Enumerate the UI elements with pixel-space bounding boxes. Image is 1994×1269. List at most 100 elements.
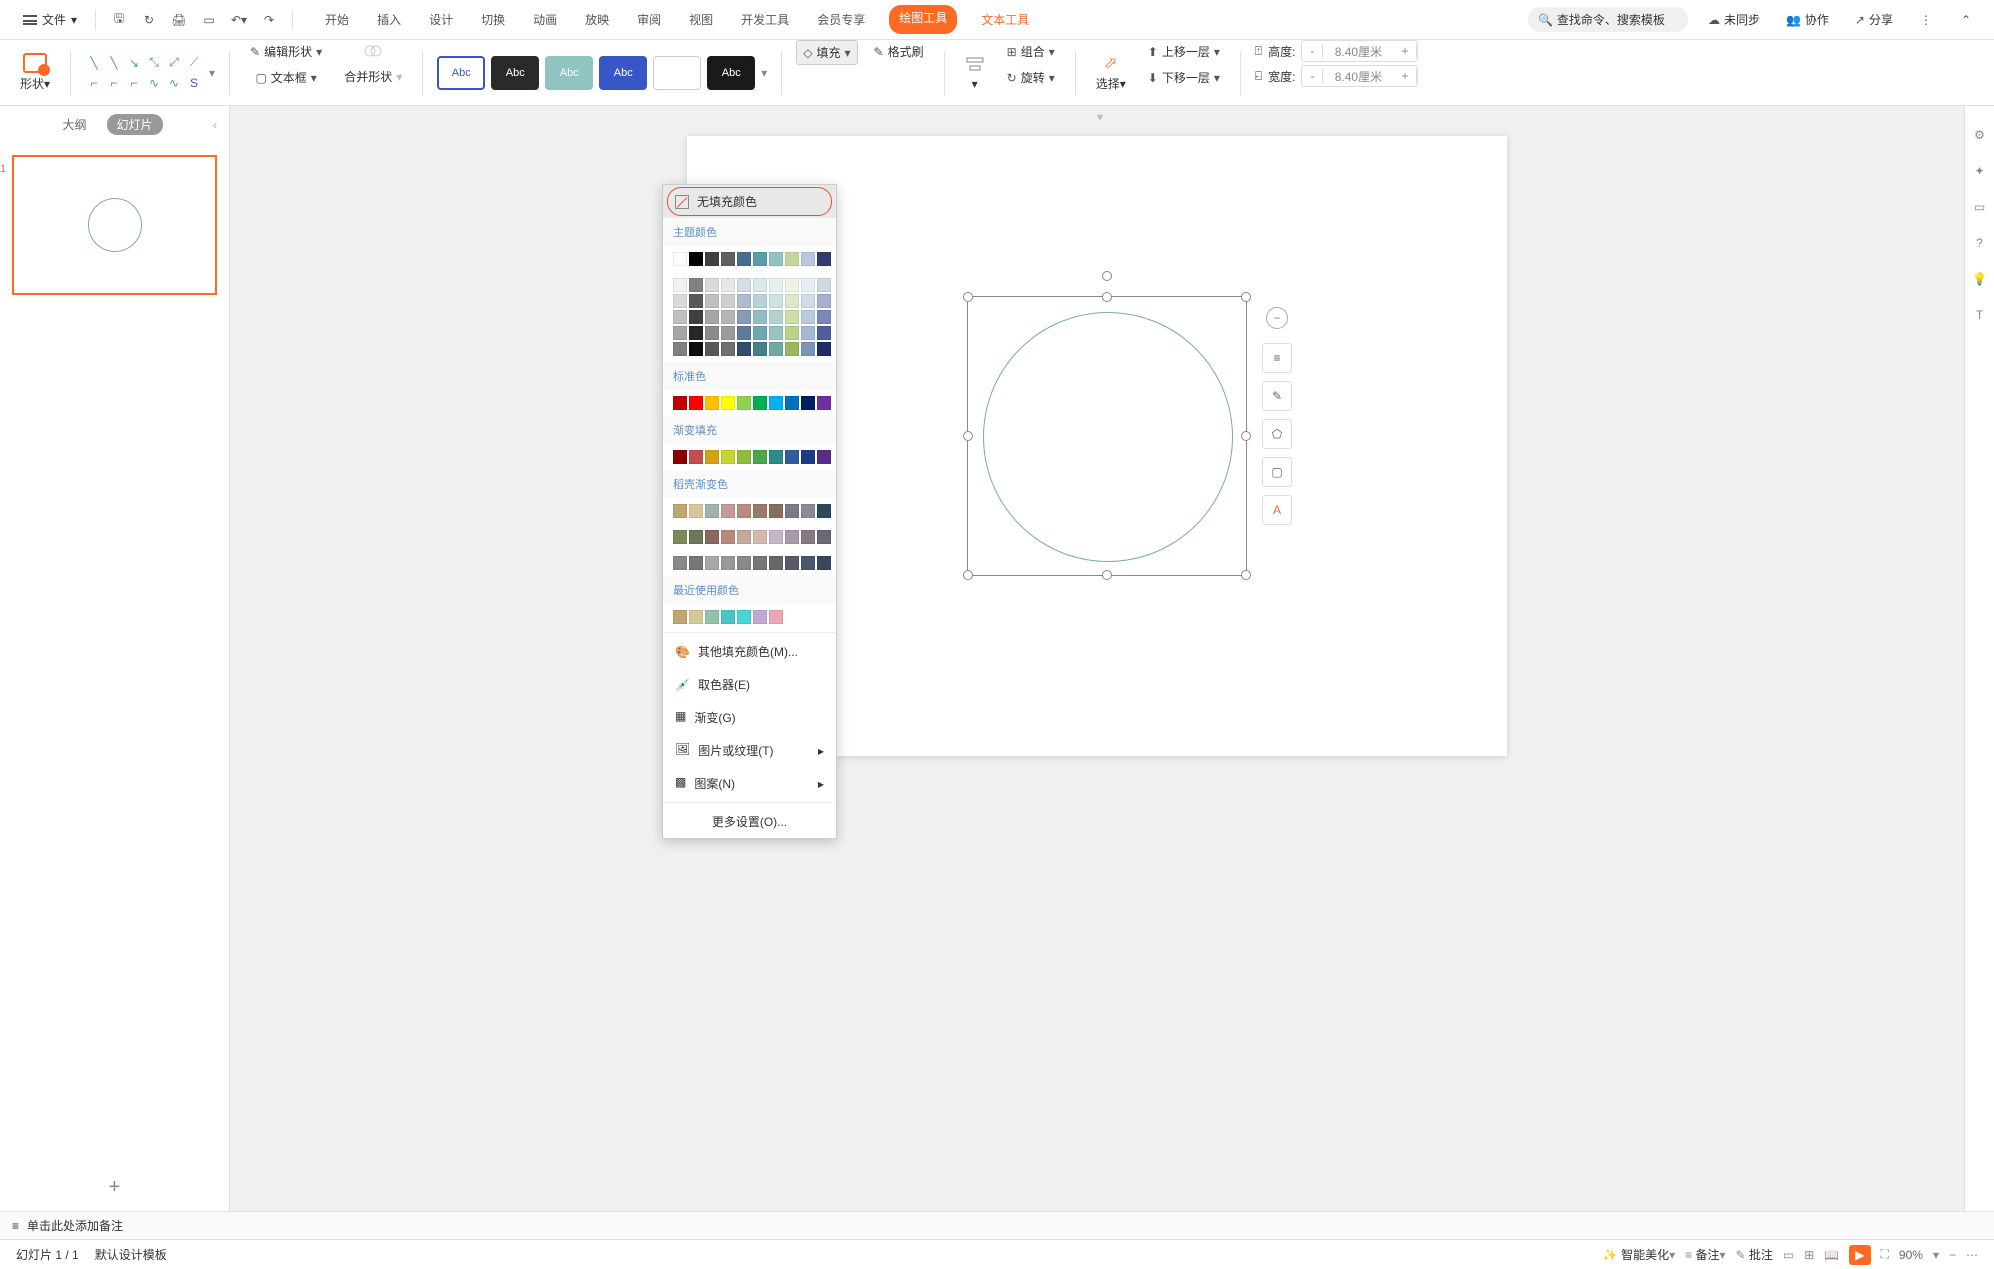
color-swatch[interactable] [705,310,719,324]
color-swatch[interactable] [769,326,783,340]
redo-icon[interactable]: ↷ [260,11,278,29]
color-swatch[interactable] [817,310,831,324]
color-swatch[interactable] [769,450,783,464]
color-swatch[interactable] [817,342,831,356]
more-status-icon[interactable]: ⋯ [1966,1248,1978,1262]
slides-tab[interactable]: 幻灯片 [107,114,163,135]
color-swatch[interactable] [785,556,799,570]
color-swatch[interactable] [769,504,783,518]
color-swatch[interactable] [737,278,751,292]
circle-shape[interactable] [983,312,1233,562]
color-swatch[interactable] [785,396,799,410]
style-white[interactable] [653,56,701,90]
color-swatch[interactable] [737,396,751,410]
color-swatch[interactable] [769,252,783,266]
color-swatch[interactable] [705,610,719,624]
color-swatch[interactable] [769,610,783,624]
color-swatch[interactable] [705,556,719,570]
tab-slideshow[interactable]: 放映 [581,5,613,34]
style-blue[interactable]: Abc [599,56,647,90]
handle-br[interactable] [1241,570,1251,580]
color-swatch[interactable] [737,310,751,324]
color-swatch[interactable] [753,278,767,292]
unsync-button[interactable]: ☁ 未同步 [1702,8,1766,31]
slide-thumbnail-1[interactable]: 1 [12,155,217,295]
color-swatch[interactable] [817,504,831,518]
preview-icon[interactable]: ▭ [200,11,218,29]
color-swatch[interactable] [737,556,751,570]
color-swatch[interactable] [705,252,719,266]
tab-start[interactable]: 开始 [321,5,353,34]
color-swatch[interactable] [817,396,831,410]
color-swatch[interactable] [721,610,735,624]
file-menu[interactable]: 文件▾ [15,7,85,32]
color-swatch[interactable] [705,504,719,518]
color-swatch[interactable] [769,294,783,308]
color-swatch[interactable] [721,326,735,340]
color-swatch[interactable] [737,504,751,518]
color-swatch[interactable] [705,326,719,340]
width-input[interactable]: -8.40厘米+ [1301,65,1418,87]
color-swatch[interactable] [673,610,687,624]
handle-tr[interactable] [1241,292,1251,302]
color-swatch[interactable] [689,610,703,624]
color-swatch[interactable] [753,396,767,410]
color-swatch[interactable] [769,310,783,324]
color-swatch[interactable] [785,278,799,292]
add-slide-button[interactable]: + [0,1164,229,1211]
zoom-dropdown[interactable]: ▾ [1933,1248,1939,1262]
color-swatch[interactable] [785,530,799,544]
color-swatch[interactable] [801,450,815,464]
group-button[interactable]: ⊞ 组合▾ [1001,40,1061,63]
format-painter-button[interactable]: ✎ 格式刷 [868,40,930,63]
tab-design[interactable]: 设计 [425,5,457,34]
color-swatch[interactable] [769,556,783,570]
move-up-button[interactable]: ⬆ 上移一层▾ [1142,40,1226,63]
line-more[interactable]: ▾ [209,66,215,80]
tab-view[interactable]: 视图 [685,5,717,34]
color-swatch[interactable] [689,530,703,544]
color-swatch[interactable] [769,278,783,292]
handle-tl[interactable] [963,292,973,302]
color-swatch[interactable] [817,530,831,544]
text-tool-icon[interactable]: A [1262,495,1292,525]
color-swatch[interactable] [705,278,719,292]
present-panel-icon[interactable]: ▭ [1971,198,1989,216]
color-swatch[interactable] [737,326,751,340]
handle-mr[interactable] [1241,431,1251,441]
color-swatch[interactable] [753,610,767,624]
zoom-value[interactable]: 90% [1899,1248,1923,1262]
more-fill-colors[interactable]: 🎨其他填充颜色(M)... [663,635,836,668]
fill-button[interactable]: ◇ 填充▾ [796,40,857,65]
view-normal-icon[interactable]: ▭ [1783,1248,1794,1262]
color-swatch[interactable] [705,294,719,308]
color-swatch[interactable] [785,450,799,464]
more-icon[interactable]: ⋮ [1917,11,1935,29]
save-as-icon[interactable]: ↻ [140,11,158,29]
color-swatch[interactable] [753,450,767,464]
gradient-option[interactable]: ▦渐变(G) [663,701,836,734]
view-reading-icon[interactable]: 📖 [1824,1248,1839,1262]
color-swatch[interactable] [753,342,767,356]
tab-review[interactable]: 审阅 [633,5,665,34]
color-swatch[interactable] [689,326,703,340]
color-swatch[interactable] [737,294,751,308]
color-swatch[interactable] [785,252,799,266]
search-box[interactable]: 🔍 查找命令、搜索模板 [1528,7,1688,32]
height-input[interactable]: -8.40厘米+ [1301,40,1418,62]
select-button[interactable]: ⬀选择▾ [1090,51,1132,94]
color-swatch[interactable] [753,530,767,544]
color-swatch[interactable] [753,294,767,308]
color-swatch[interactable] [721,278,735,292]
tab-devtools[interactable]: 开发工具 [737,5,793,34]
color-swatch[interactable] [817,556,831,570]
collapse-icon[interactable]: ⌃ [1957,11,1975,29]
color-swatch[interactable] [801,252,815,266]
color-swatch[interactable] [785,504,799,518]
selection-box[interactable]: − ≡ ✎ ⬠ ▢ A [967,296,1247,576]
color-swatch[interactable] [801,342,815,356]
color-swatch[interactable] [801,278,815,292]
color-swatch[interactable] [753,556,767,570]
undo-icon[interactable]: ↶▾ [230,11,248,29]
handle-bm[interactable] [1102,570,1112,580]
